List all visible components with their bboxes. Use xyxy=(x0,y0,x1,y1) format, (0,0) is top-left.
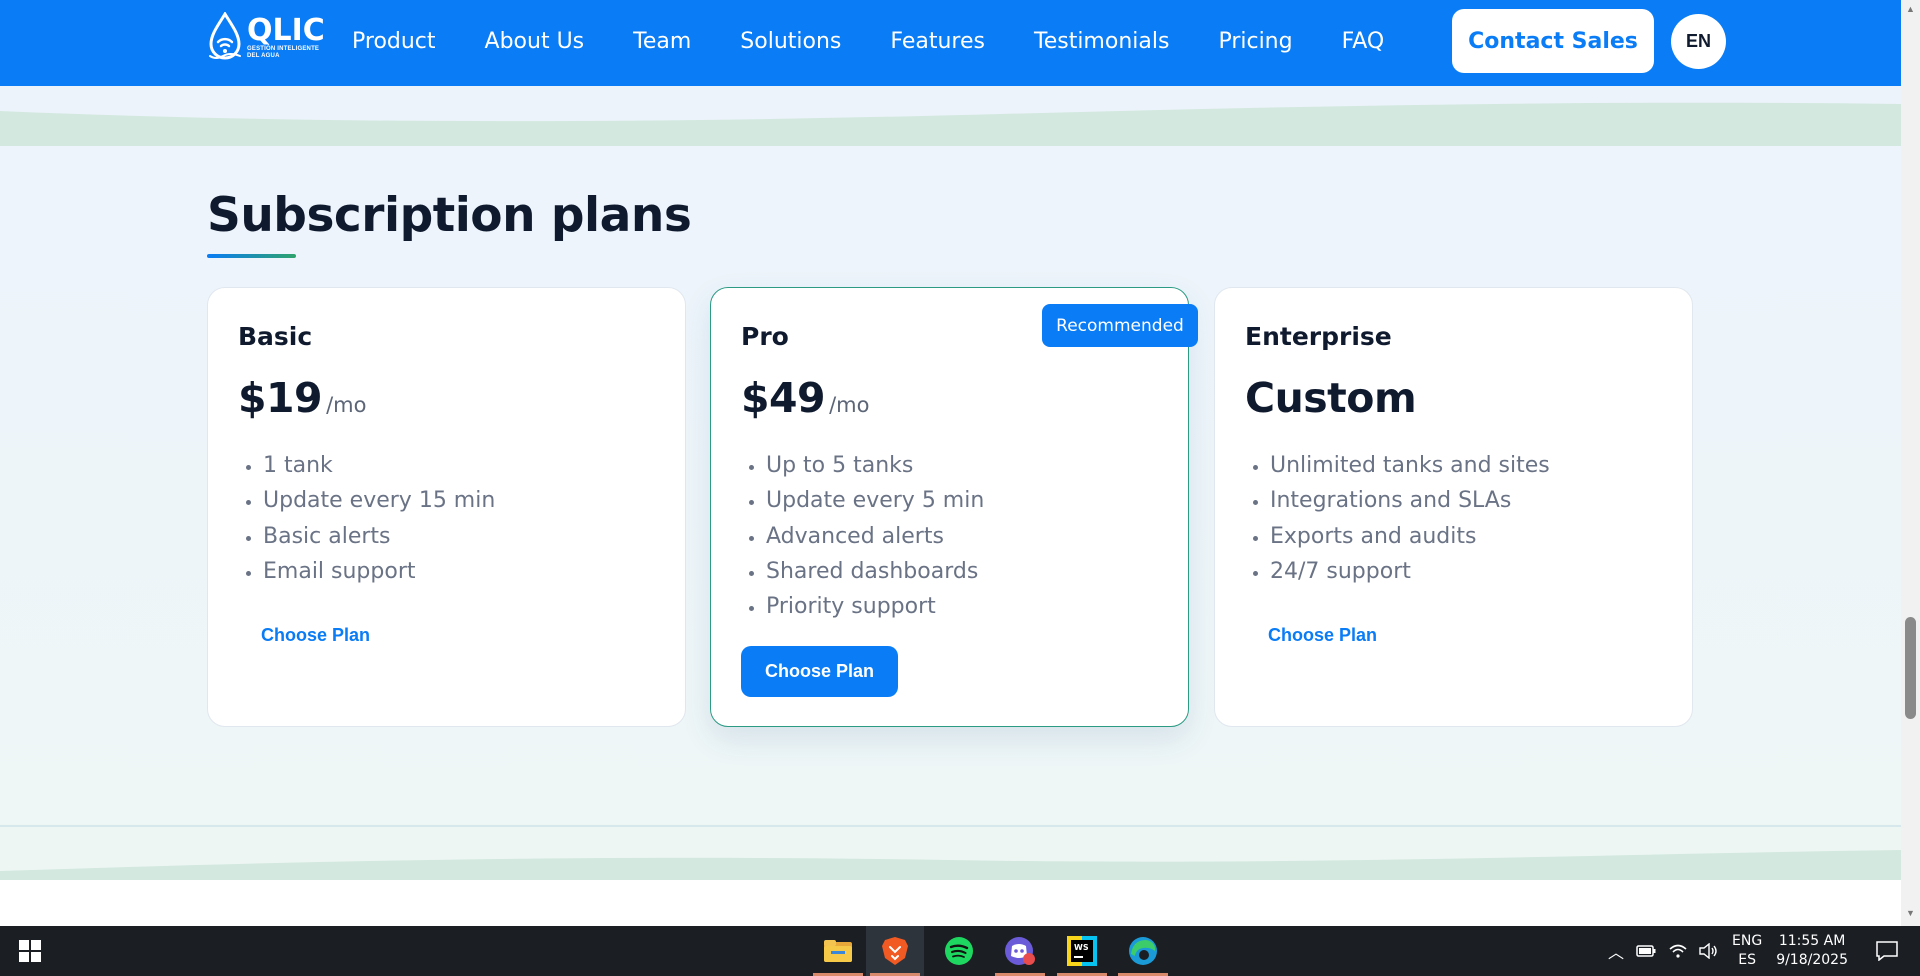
language-primary: ENG xyxy=(1732,933,1763,949)
system-tray: ︿ ENG ES 11:55 AM 9/18/2025 xyxy=(1608,926,1898,976)
choose-plan-enterprise-button[interactable]: Choose Plan xyxy=(1268,625,1377,646)
discord-icon xyxy=(1005,937,1035,965)
price-amount: Custom xyxy=(1245,374,1417,422)
nav-about-us[interactable]: About Us xyxy=(485,29,585,54)
taskbar-spotify[interactable] xyxy=(930,926,988,976)
plan-name: Basic xyxy=(238,322,313,351)
windows-taskbar: WS ︿ ENG ES 11:55 AM 9/18/2025 xyxy=(0,926,1920,976)
price-amount: $49 xyxy=(741,374,826,422)
clock[interactable]: 11:55 AM 9/18/2025 xyxy=(1776,932,1848,970)
brave-lion-icon xyxy=(882,937,908,965)
title-underline xyxy=(207,254,296,258)
choose-plan-basic-button[interactable]: Choose Plan xyxy=(261,625,370,646)
taskbar-brave[interactable] xyxy=(866,926,924,976)
plan-price: $19/mo xyxy=(238,374,366,422)
taskbar-edge[interactable] xyxy=(1114,926,1172,976)
feature-item: Unlimited tanks and sites xyxy=(1270,448,1550,483)
feature-list: Unlimited tanks and sites Integrations a… xyxy=(1270,448,1550,589)
taskbar-webstorm[interactable]: WS xyxy=(1053,926,1111,976)
contact-sales-button[interactable]: Contact Sales xyxy=(1452,9,1654,73)
bottom-wave-divider xyxy=(0,824,1901,926)
price-unit: /mo xyxy=(829,393,870,417)
feature-item: Update every 5 min xyxy=(766,483,984,518)
feature-item: Up to 5 tanks xyxy=(766,448,984,483)
scroll-down-arrow-icon[interactable]: ▼ xyxy=(1906,908,1915,918)
clock-date: 9/18/2025 xyxy=(1776,952,1848,968)
nav-features[interactable]: Features xyxy=(890,29,985,54)
plan-card-basic: Basic $19/mo 1 tank Update every 15 min … xyxy=(207,287,686,727)
feature-list: 1 tank Update every 15 min Basic alerts … xyxy=(263,448,495,589)
page-scrollbar[interactable]: ▲ ▼ xyxy=(1901,0,1920,926)
feature-item: Advanced alerts xyxy=(766,519,984,554)
scrollbar-thumb[interactable] xyxy=(1905,617,1916,719)
feature-item: Exports and audits xyxy=(1270,519,1550,554)
scroll-up-arrow-icon[interactable]: ▲ xyxy=(1906,4,1915,14)
spotify-icon xyxy=(945,937,973,965)
logo-tagline-2: DEL AGUA xyxy=(247,53,280,59)
plan-name: Enterprise xyxy=(1245,322,1392,351)
section-title: Subscription plans xyxy=(207,188,692,243)
water-drop-logo-icon xyxy=(209,12,241,60)
logo-wordmark: QLIC xyxy=(247,13,325,48)
input-language-indicator[interactable]: ENG ES xyxy=(1732,932,1762,970)
feature-item: Basic alerts xyxy=(263,519,495,554)
language-toggle-button[interactable]: EN xyxy=(1671,14,1726,69)
plan-name: Pro xyxy=(741,322,789,351)
feature-item: Email support xyxy=(263,554,495,589)
plan-price: $49/mo xyxy=(741,374,869,422)
clock-time: 11:55 AM xyxy=(1778,933,1846,949)
feature-item: 24/7 support xyxy=(1270,554,1550,589)
nav-team[interactable]: Team xyxy=(633,29,691,54)
nav-pricing[interactable]: Pricing xyxy=(1218,29,1292,54)
feature-item: 1 tank xyxy=(263,448,495,483)
logo-tagline-1: GESTIÓN INTELIGENTE xyxy=(247,46,320,52)
price-amount: $19 xyxy=(238,374,323,422)
show-hidden-icons-chevron-icon[interactable]: ︿ xyxy=(1608,939,1624,963)
language-secondary: ES xyxy=(1738,952,1756,968)
recommended-badge: Recommended xyxy=(1042,304,1198,347)
site-header: QLIC GESTIÓN INTELIGENTE DEL AGUA Produc… xyxy=(0,0,1901,86)
wifi-icon[interactable] xyxy=(1668,943,1688,959)
top-wave-divider xyxy=(0,86,1901,146)
notifications-icon[interactable] xyxy=(1876,941,1898,961)
feature-item: Priority support xyxy=(766,589,984,624)
edge-browser-icon xyxy=(1129,937,1157,965)
plan-card-enterprise: Enterprise Custom Unlimited tanks and si… xyxy=(1214,287,1693,727)
qlic-logo[interactable]: QLIC GESTIÓN INTELIGENTE DEL AGUA xyxy=(207,12,325,64)
plan-price: Custom xyxy=(1245,374,1417,422)
battery-icon[interactable] xyxy=(1636,944,1656,958)
feature-item: Shared dashboards xyxy=(766,554,984,589)
choose-plan-pro-button[interactable]: Choose Plan xyxy=(741,646,898,697)
nav-faq[interactable]: FAQ xyxy=(1342,29,1385,54)
logo-text: QLIC GESTIÓN INTELIGENTE DEL AGUA xyxy=(247,16,325,60)
nav-testimonials[interactable]: Testimonials xyxy=(1034,29,1169,54)
feature-list: Up to 5 tanks Update every 5 min Advance… xyxy=(766,448,984,624)
pricing-section: Subscription plans Basic $19/mo 1 tank U… xyxy=(0,146,1901,826)
feature-item: Integrations and SLAs xyxy=(1270,483,1550,518)
nav-solutions[interactable]: Solutions xyxy=(740,29,841,54)
volume-icon[interactable] xyxy=(1698,943,1718,959)
taskbar-file-explorer[interactable] xyxy=(809,926,867,976)
price-unit: /mo xyxy=(326,393,367,417)
main-nav: Product About Us Team Solutions Features… xyxy=(352,0,1433,82)
file-explorer-icon xyxy=(824,940,852,962)
nav-product[interactable]: Product xyxy=(352,29,436,54)
windows-start-icon[interactable] xyxy=(19,940,41,962)
webstorm-icon: WS xyxy=(1067,936,1097,966)
plan-card-pro: Recommended Pro $49/mo Up to 5 tanks Upd… xyxy=(710,287,1198,727)
feature-item: Update every 15 min xyxy=(263,483,495,518)
taskbar-discord[interactable] xyxy=(991,926,1049,976)
svg-text:WS: WS xyxy=(1074,943,1089,952)
